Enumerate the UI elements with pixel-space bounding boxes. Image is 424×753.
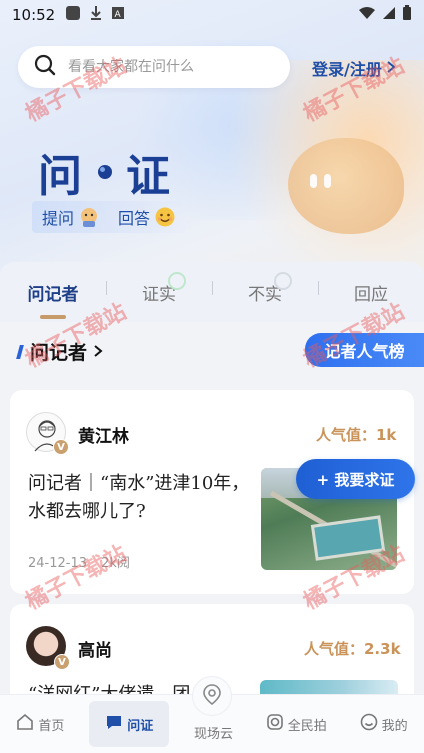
ask-label: 提问	[42, 209, 75, 228]
tab-divider	[212, 281, 213, 295]
status-bar: 10:52 A	[0, 0, 424, 30]
title-dot-icon	[98, 165, 112, 179]
camera-icon	[266, 713, 284, 735]
section-accent-bar	[16, 344, 24, 359]
question-views: 2k阅	[101, 556, 130, 571]
wifi-icon	[358, 6, 376, 24]
question-date: 24-12-13	[28, 556, 88, 571]
question-title[interactable]: 问记者｜“南水”进津10年，水都去哪儿了?	[28, 470, 253, 526]
profile-icon	[360, 713, 378, 735]
answer-label: 回答	[118, 209, 151, 228]
chat-icon	[105, 713, 123, 735]
tab-badge-icon	[168, 272, 186, 290]
tab-divider	[106, 281, 107, 295]
nav-citizen-photo[interactable]: 全民拍	[258, 707, 335, 741]
tab-ask-reporter[interactable]: 问记者	[0, 280, 106, 319]
hero-title-right: 证	[126, 151, 172, 202]
search-input[interactable]	[68, 59, 268, 75]
nav-home-label: 首页	[38, 718, 65, 734]
svg-text:A: A	[115, 10, 122, 20]
reporter-name[interactable]: 高尚	[78, 636, 112, 661]
nav-citizen-photo-label: 全民拍	[287, 718, 327, 734]
hero-title-left: 问	[38, 151, 84, 202]
chevron-right-icon	[386, 59, 396, 78]
status-time: 10:52	[12, 6, 56, 24]
reporter-avatar[interactable]: V	[26, 626, 70, 670]
smile-emoji-icon	[154, 206, 176, 228]
question-meta: 24-12-13 2k阅	[28, 552, 130, 571]
tab-verified[interactable]: 证实	[106, 280, 212, 305]
nav-profile-label: 我的	[381, 718, 408, 734]
nav-wenzheng[interactable]: 问证	[89, 701, 170, 747]
section-header[interactable]: 问记者	[16, 338, 103, 365]
login-register-link[interactable]: 登录/注册	[312, 56, 396, 80]
tab-divider	[318, 281, 319, 295]
search-bar[interactable]	[18, 46, 290, 88]
chevron-right-icon	[93, 341, 103, 363]
download-icon	[89, 5, 103, 25]
hero-title: 问 证	[38, 140, 172, 204]
nav-profile[interactable]: 我的	[352, 707, 416, 741]
mascot-eye	[324, 174, 331, 188]
verified-badge-icon: V	[54, 654, 70, 670]
nav-home[interactable]: 首页	[8, 707, 72, 741]
ask-action[interactable]: 提问	[42, 205, 100, 229]
signal-icon	[382, 6, 396, 24]
mascot-eye	[310, 174, 317, 188]
reporter-avatar[interactable]: V	[26, 412, 69, 455]
nav-live-cloud-button[interactable]	[192, 676, 232, 716]
popularity-value: 人气值：1k	[316, 426, 397, 444]
battery-icon	[402, 5, 412, 25]
nav-wenzheng-label: 问证	[127, 718, 154, 734]
app-notification-icon	[65, 5, 81, 25]
text-notification-icon: A	[111, 6, 125, 24]
tab-response[interactable]: 回应	[318, 280, 424, 305]
login-label: 登录/注册	[312, 60, 382, 79]
section-title: 问记者	[30, 342, 88, 364]
verified-badge-icon: V	[53, 439, 69, 455]
popularity-value: 人气值：2.3k	[304, 640, 401, 658]
ask-emoji-icon	[78, 206, 100, 228]
request-verify-button[interactable]: + 我要求证	[296, 459, 415, 499]
tab-badge-icon	[274, 272, 292, 290]
reporter-ranking-button[interactable]: 记者人气榜	[305, 333, 424, 367]
nav-live-cloud[interactable]: 现场云	[186, 717, 241, 748]
search-icon	[34, 54, 56, 80]
answer-action[interactable]: 回答	[118, 205, 176, 229]
tab-false[interactable]: 不实	[212, 280, 318, 305]
mascot-illustration	[288, 138, 404, 234]
location-icon	[202, 683, 222, 709]
hero-subtitle: 提问 回答	[32, 201, 187, 233]
nav-live-cloud-label: 现场云	[193, 726, 233, 742]
reporter-name[interactable]: 黄江林	[78, 422, 129, 447]
home-icon	[16, 713, 34, 735]
